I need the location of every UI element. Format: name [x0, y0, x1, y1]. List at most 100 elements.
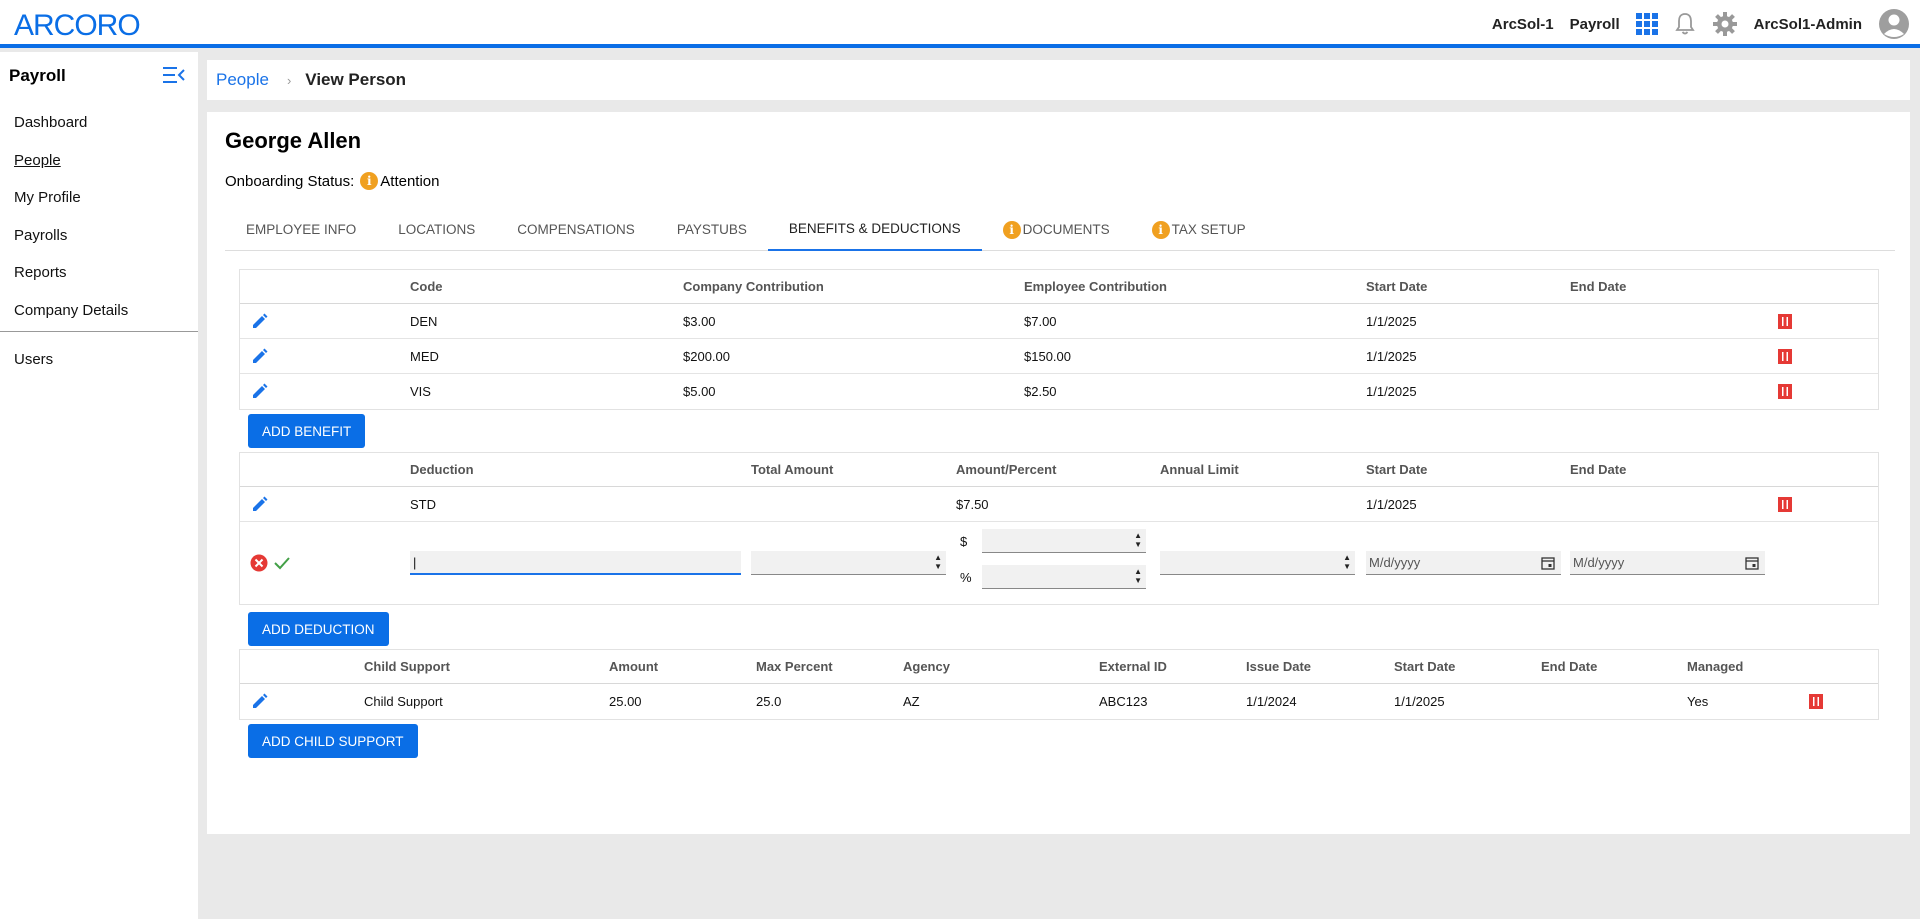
add-benefit-button[interactable]: ADD BENEFIT: [248, 414, 366, 448]
sidebar-item-dashboard[interactable]: Dashboard: [0, 104, 198, 142]
calendar-icon[interactable]: [1745, 556, 1759, 573]
tab-employee-info[interactable]: EMPLOYEE INFO: [225, 208, 377, 251]
sidebar-item-company-details[interactable]: Company Details: [0, 292, 198, 330]
header-max-percent: Max Percent: [756, 659, 833, 674]
arcoro-logo[interactable]: ARCORO: [14, 9, 159, 39]
breadcrumb-current: View Person: [305, 70, 407, 89]
delete-trash-icon[interactable]: [1809, 693, 1823, 714]
module-name[interactable]: Payroll: [1570, 16, 1620, 33]
person-tabs: EMPLOYEE INFO LOCATIONS COMPENSATIONS PA…: [225, 208, 1895, 251]
user-name[interactable]: ArcSol1-Admin: [1754, 16, 1862, 33]
edit-pencil-icon[interactable]: [251, 692, 269, 715]
stepper-arrows[interactable]: ▲ ▼: [934, 553, 942, 571]
header-end-date: End Date: [1541, 659, 1598, 674]
start-date-placeholder: M/d/yyyy: [1369, 555, 1421, 570]
person-name: George Allen: [225, 128, 362, 153]
table-row: VIS $5.00 $2.50 1/1/2025: [240, 374, 1878, 409]
child-support-amount: 25.00: [609, 694, 642, 709]
delete-trash-icon[interactable]: [1778, 383, 1792, 404]
sidebar-item-reports[interactable]: Reports: [0, 254, 198, 292]
breadcrumb-people-link[interactable]: People: [216, 70, 269, 90]
edit-pencil-icon[interactable]: [251, 382, 269, 405]
dollar-label: $: [960, 534, 968, 549]
breadcrumb-separator: ›: [286, 72, 292, 88]
table-row: Child Support 25.00 25.0 AZ ABC123 1/1/2…: [240, 684, 1878, 719]
header-amount-percent: Amount/Percent: [956, 462, 1057, 477]
confirm-check-icon[interactable]: [274, 555, 290, 576]
header-external-id: External ID: [1099, 659, 1167, 674]
sidebar-title: Payroll: [9, 66, 66, 85]
tab-tax-setup[interactable]: i TAX SETUP: [1131, 208, 1267, 251]
onboarding-status-value: Attention: [380, 172, 440, 190]
edit-pencil-icon[interactable]: [251, 495, 269, 518]
amount-dollar-input[interactable]: ▲ ▼: [982, 529, 1146, 553]
bell-icon[interactable]: [1674, 12, 1696, 36]
onboarding-status: Onboarding Status: i Attention: [225, 172, 439, 190]
benefit-employee-contribution: $7.00: [1024, 313, 1057, 329]
benefit-code: VIS: [410, 384, 431, 399]
stepper-arrows[interactable]: ▲ ▼: [1134, 567, 1142, 585]
table-row: STD $7.50 1/1/2025: [240, 487, 1878, 522]
collapse-menu-icon[interactable]: [162, 66, 186, 89]
child-support-name: Child Support: [364, 694, 443, 709]
sidebar-secondary: Users: [0, 341, 198, 379]
sidebar-item-people[interactable]: People: [0, 142, 198, 180]
benefit-code: MED: [410, 348, 439, 364]
deduction-input[interactable]: |: [410, 551, 741, 575]
child-support-header-row: Child Support Amount Max Percent Agency …: [240, 650, 1878, 684]
tab-documents[interactable]: i DOCUMENTS: [982, 208, 1131, 251]
onboarding-status-label: Onboarding Status:: [225, 172, 355, 190]
edit-pencil-icon[interactable]: [251, 312, 269, 335]
header-issue-date: Issue Date: [1246, 659, 1312, 674]
user-avatar-icon[interactable]: [1878, 8, 1910, 40]
company-name[interactable]: ArcSol-1: [1492, 16, 1554, 33]
header-child-support: Child Support: [364, 659, 450, 674]
child-support-external-id: ABC123: [1099, 694, 1148, 709]
stepper-arrows[interactable]: ▲ ▼: [1343, 553, 1351, 571]
benefit-start-date: 1/1/2025: [1366, 348, 1417, 364]
sidebar: Payroll Dashboard People My Profile Payr…: [0, 52, 198, 919]
calendar-icon[interactable]: [1541, 556, 1555, 573]
sidebar-item-my-profile[interactable]: My Profile: [0, 179, 198, 217]
delete-trash-icon[interactable]: [1778, 313, 1792, 334]
benefit-code: DEN: [410, 313, 438, 329]
breadcrumb: People › View Person: [207, 60, 1910, 100]
cancel-x-icon[interactable]: [250, 554, 268, 577]
child-support-max-percent: 25.0: [756, 694, 782, 709]
add-deduction-button[interactable]: ADD DEDUCTION: [248, 612, 389, 646]
gear-icon[interactable]: [1712, 11, 1738, 37]
annual-limit-input[interactable]: ▲ ▼: [1160, 551, 1355, 575]
header-total-amount: Total Amount: [751, 462, 834, 477]
add-child-support-button[interactable]: ADD CHILD SUPPORT: [248, 724, 418, 758]
stepper-arrows[interactable]: ▲ ▼: [1134, 531, 1142, 549]
top-bar: ARCORO ArcSol-1 Payroll ArcSol1-Admin: [0, 0, 1920, 48]
total-amount-input[interactable]: ▲ ▼: [751, 551, 946, 575]
end-date-input[interactable]: M/d/yyyy: [1570, 551, 1765, 575]
tab-benefits-deductions[interactable]: BENEFITS & DEDUCTIONS: [767, 208, 982, 251]
apps-grid-icon[interactable]: [1635, 13, 1658, 35]
benefits-header-row: Code Company Contribution Employee Contr…: [240, 270, 1878, 304]
new-deduction-edit-row: | ▲ ▼ $ ▲ ▼ % ▲ ▼ ▲ ▼ M/d/yyyy M/d/yyyy: [240, 522, 1878, 604]
sidebar-item-payrolls[interactable]: Payrolls: [0, 217, 198, 255]
tab-locations[interactable]: LOCATIONS: [377, 208, 496, 251]
amount-percent-input[interactable]: ▲ ▼: [982, 565, 1146, 589]
deductions-header-row: Deduction Total Amount Amount/Percent An…: [240, 453, 1878, 487]
header-annual-limit: Annual Limit: [1160, 462, 1239, 477]
header-managed: Managed: [1687, 659, 1744, 674]
child-support-start-date: 1/1/2025: [1394, 694, 1445, 709]
header-start-date: Start Date: [1394, 659, 1456, 674]
edit-pencil-icon[interactable]: [251, 347, 269, 370]
tab-compensations[interactable]: COMPENSATIONS: [496, 208, 656, 251]
start-date-input[interactable]: M/d/yyyy: [1366, 551, 1561, 575]
delete-trash-icon[interactable]: [1778, 496, 1792, 517]
delete-trash-icon[interactable]: [1778, 348, 1792, 369]
child-support-table: Child Support Amount Max Percent Agency …: [239, 649, 1879, 720]
sidebar-nav: Dashboard People My Profile Payrolls Rep…: [0, 104, 198, 329]
sidebar-item-users[interactable]: Users: [0, 341, 198, 379]
svg-text:ARCORO: ARCORO: [14, 9, 140, 39]
benefit-company-contribution: $3.00: [683, 313, 716, 329]
tab-paystubs[interactable]: PAYSTUBS: [656, 208, 768, 251]
header-agency: Agency: [903, 659, 950, 674]
header-start-date: Start Date: [1366, 279, 1428, 294]
deduction-name: STD: [410, 496, 436, 512]
